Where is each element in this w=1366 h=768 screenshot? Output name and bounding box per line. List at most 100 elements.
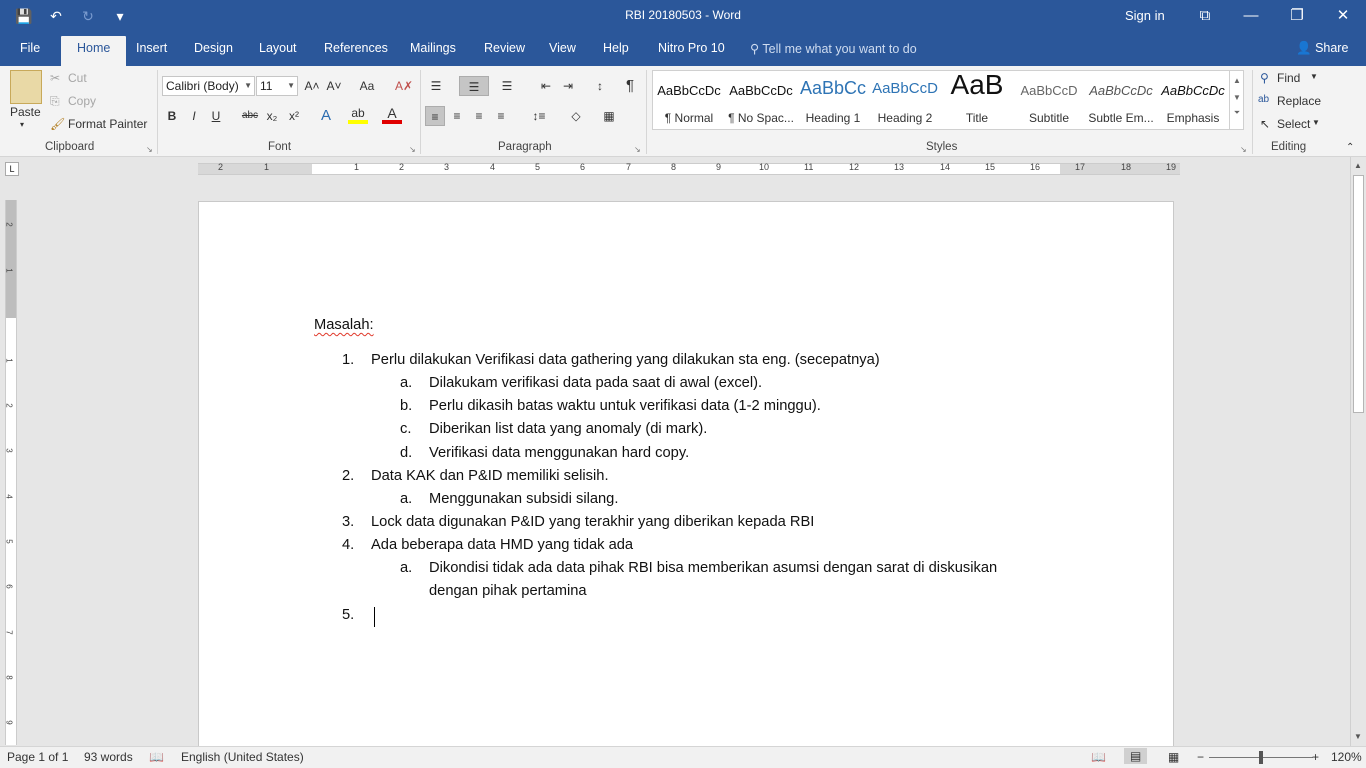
tab-help[interactable]: Help xyxy=(603,41,629,55)
zoom-slider-thumb[interactable] xyxy=(1259,751,1263,764)
shrink-font-icon[interactable]: A˅ xyxy=(324,76,344,96)
styles-launcher-icon[interactable]: ↘ xyxy=(1240,145,1247,154)
font-name-combo[interactable]: Calibri (Body) ▼ xyxy=(162,76,255,96)
grow-font-icon[interactable]: A˄ xyxy=(302,76,322,96)
sign-in-link[interactable]: Sign in xyxy=(1125,8,1165,23)
zoom-in-button[interactable]: + xyxy=(1312,750,1319,764)
highlight-icon[interactable]: ab xyxy=(348,106,368,124)
scroll-down-icon[interactable]: ▼ xyxy=(1354,732,1362,741)
list-item[interactable]: Menggunakan subsidi silang. xyxy=(429,491,618,507)
style-heading-1[interactable]: AaBbCc Heading 1 xyxy=(797,71,869,129)
clear-formatting-icon[interactable]: A✗ xyxy=(394,76,414,96)
tab-references[interactable]: References xyxy=(324,41,388,55)
font-launcher-icon[interactable]: ↘ xyxy=(409,145,416,154)
replace-button[interactable]: Replace xyxy=(1277,94,1321,108)
zoom-out-button[interactable]: − xyxy=(1197,750,1204,764)
web-layout-icon[interactable]: ▦ xyxy=(1168,750,1179,764)
clipboard-launcher-icon[interactable]: ↘ xyxy=(146,145,153,154)
list-item[interactable]: Diberikan list data yang anomaly (di mar… xyxy=(429,421,707,437)
language-indicator[interactable]: English (United States) xyxy=(181,750,304,764)
list-item[interactable]: Lock data digunakan P&ID yang terakhir y… xyxy=(371,514,814,530)
tab-insert[interactable]: Insert xyxy=(136,41,167,55)
underline-button[interactable]: U xyxy=(206,106,226,126)
font-size-combo[interactable]: 11 ▼ xyxy=(256,76,298,96)
proofing-icon[interactable]: 📖 xyxy=(149,750,164,764)
document-heading[interactable]: Masalah: xyxy=(314,317,374,333)
print-layout-icon[interactable]: ▤ xyxy=(1124,748,1148,764)
ribbon-display-options-icon[interactable]: ⧉ xyxy=(1182,0,1228,32)
list-item[interactable]: Dikondisi tidak ada data pihak RBI bisa … xyxy=(429,560,997,576)
style-no-spacing[interactable]: AaBbCcDc ¶ No Spac... xyxy=(725,71,797,129)
zoom-level[interactable]: 120% xyxy=(1331,750,1362,764)
tab-view[interactable]: View xyxy=(549,41,576,55)
list-item[interactable]: Ada beberapa data HMD yang tidak ada xyxy=(371,537,633,553)
paste-button[interactable]: Paste xyxy=(10,105,41,119)
select-button[interactable]: Select xyxy=(1277,117,1310,131)
format-painter-button[interactable]: Format Painter xyxy=(68,117,147,131)
superscript-button[interactable]: x² xyxy=(284,106,304,126)
cut-button[interactable]: Cut xyxy=(68,71,87,85)
list-item-continuation[interactable]: dengan pihak pertamina xyxy=(429,583,587,599)
scroll-up-icon[interactable]: ▲ xyxy=(1354,161,1362,170)
chevron-down-icon[interactable]: ▼ xyxy=(1310,72,1318,81)
line-spacing-icon[interactable]: ↕≡ xyxy=(526,106,552,126)
decrease-indent-icon[interactable]: ⇤ xyxy=(536,76,556,96)
align-left-icon[interactable]: ≡ xyxy=(425,106,445,126)
scrollbar-thumb[interactable] xyxy=(1353,175,1364,413)
borders-icon[interactable]: ▦ xyxy=(599,106,619,126)
multilevel-list-icon[interactable]: ☰ xyxy=(497,76,517,96)
italic-button[interactable]: I xyxy=(184,106,204,126)
list-item[interactable]: Perlu dikasih batas waktu untuk verifika… xyxy=(429,398,821,414)
more-styles-icon[interactable]: ⏷ xyxy=(1230,108,1244,118)
style-subtitle[interactable]: AaBbCcD Subtitle xyxy=(1013,71,1085,129)
minimize-button[interactable]: — xyxy=(1228,0,1274,32)
style-emphasis[interactable]: AaBbCcDc Emphasis xyxy=(1157,71,1229,129)
vertical-scrollbar[interactable]: ▲ ▼ xyxy=(1350,157,1366,746)
align-center-icon[interactable]: ≡ xyxy=(447,106,467,126)
list-item[interactable]: Data KAK dan P&ID memiliki selisih. xyxy=(371,468,609,484)
style-normal[interactable]: AaBbCcDc ¶ Normal xyxy=(653,71,725,129)
horizontal-ruler[interactable]: 2 1 1 2 3 4 5 6 7 8 9 10 11 12 13 14 15 … xyxy=(198,162,1180,175)
styles-gallery-scroll[interactable]: ▲ ▼ ⏷ xyxy=(1229,70,1244,130)
list-item[interactable]: Verifikasi data menggunakan hard copy. xyxy=(429,445,689,461)
tab-review[interactable]: Review xyxy=(484,41,525,55)
read-mode-icon[interactable]: 📖 xyxy=(1091,750,1106,764)
bold-button[interactable]: B xyxy=(162,106,182,126)
strikethrough-button[interactable]: abc xyxy=(240,106,260,126)
increase-indent-icon[interactable]: ⇥ xyxy=(558,76,578,96)
paste-dropdown-icon[interactable]: ▾ xyxy=(20,120,24,129)
style-subtle-emphasis[interactable]: AaBbCcDc Subtle Em... xyxy=(1085,71,1157,129)
tab-nitro-pro[interactable]: Nitro Pro 10 xyxy=(658,41,725,55)
vertical-ruler[interactable]: 2 1 1 2 3 4 5 6 7 8 9 xyxy=(5,200,17,745)
tab-mailings[interactable]: Mailings xyxy=(410,41,456,55)
subscript-button[interactable]: x₂ xyxy=(262,106,282,126)
style-title[interactable]: AaB Title xyxy=(941,71,1013,129)
chevron-down-icon[interactable]: ▼ xyxy=(1230,93,1244,102)
bullets-icon[interactable]: ☰ xyxy=(426,76,446,96)
page-count[interactable]: Page 1 of 1 xyxy=(7,750,68,764)
list-item[interactable]: Perlu dilakukan Verifikasi data gatherin… xyxy=(371,352,880,368)
restore-button[interactable]: ❐ xyxy=(1274,0,1320,32)
paragraph-launcher-icon[interactable]: ↘ xyxy=(634,145,641,154)
tab-home[interactable]: Home xyxy=(61,36,127,66)
copy-button[interactable]: Copy xyxy=(68,94,96,108)
style-heading-2[interactable]: AaBbCcD Heading 2 xyxy=(869,71,941,129)
chevron-up-icon[interactable]: ▲ xyxy=(1230,76,1244,85)
paste-icon[interactable] xyxy=(10,70,42,104)
list-item[interactable]: Dilakukam verifikasi data pada saat di a… xyxy=(429,375,762,391)
tab-design[interactable]: Design xyxy=(194,41,233,55)
change-case-icon[interactable]: Aa xyxy=(354,76,380,96)
word-count[interactable]: 93 words xyxy=(84,750,133,764)
tell-me-box[interactable]: ⚲ Tell me what you want to do xyxy=(750,41,917,56)
tab-layout[interactable]: Layout xyxy=(259,41,297,55)
tab-selector[interactable]: L xyxy=(5,162,19,176)
chevron-down-icon[interactable]: ▼ xyxy=(1312,118,1320,127)
document-page[interactable]: Masalah: 1. Perlu dilakukan Verifikasi d… xyxy=(198,201,1174,747)
find-button[interactable]: Find xyxy=(1277,71,1300,85)
tab-file[interactable]: File xyxy=(20,41,40,55)
show-formatting-marks-icon[interactable]: ¶ xyxy=(620,76,640,96)
font-color-icon[interactable]: A xyxy=(382,106,402,124)
sort-icon[interactable]: ↕ xyxy=(590,76,610,96)
numbering-icon[interactable]: ☰ xyxy=(459,76,489,96)
justify-icon[interactable]: ≡ xyxy=(491,106,511,126)
